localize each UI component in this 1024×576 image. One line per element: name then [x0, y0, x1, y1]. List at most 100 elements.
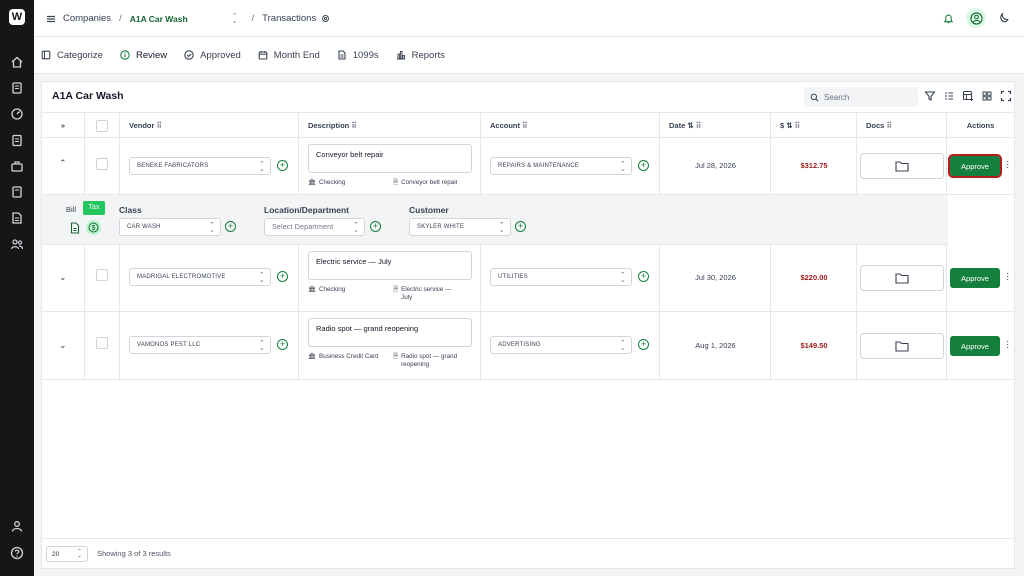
- fullscreen-icon[interactable]: [1000, 90, 1012, 102]
- department-select[interactable]: Select Department ⌃ ⌄: [264, 218, 365, 236]
- sort-icon: ⇅: [786, 120, 793, 130]
- column-header-account[interactable]: Account ⠿: [481, 113, 660, 137]
- grid-view-icon[interactable]: [981, 90, 993, 102]
- customer-select[interactable]: SKYLER WHITE ⌃ ⌄: [409, 218, 511, 236]
- bank-icon: 🏛: [308, 179, 316, 186]
- briefcase-icon[interactable]: [10, 159, 24, 173]
- company-selector-chevron-icon[interactable]: ⌃ ⌄: [232, 13, 238, 25]
- column-header-date[interactable]: Date ⇅ ⠿: [660, 113, 771, 137]
- svg-text:$: $: [92, 225, 96, 232]
- row-checkbox[interactable]: [96, 337, 108, 349]
- add-customer-icon[interactable]: +: [515, 221, 526, 232]
- menu-icon[interactable]: [46, 14, 56, 24]
- add-column-icon[interactable]: [962, 90, 974, 102]
- list-view-icon[interactable]: [943, 90, 955, 102]
- select-chevron-icon: ⌃ ⌄: [208, 222, 215, 234]
- breadcrumb-transactions[interactable]: Transactions: [262, 13, 316, 24]
- add-class-icon[interactable]: +: [225, 221, 236, 232]
- add-account-icon[interactable]: +: [638, 271, 649, 282]
- page-size-select[interactable]: 20 ⌃ ⌄: [46, 546, 88, 562]
- app-logo[interactable]: W: [9, 9, 25, 25]
- column-header-description[interactable]: Description ⠿: [299, 113, 481, 137]
- tab-approved[interactable]: Approved: [184, 37, 241, 74]
- transaction-amount: $149.50: [800, 341, 828, 350]
- settings-gear-icon[interactable]: [321, 14, 330, 23]
- header-label: Account: [490, 120, 520, 130]
- select-chevron-icon: ⌃ ⌄: [619, 340, 626, 352]
- description-textarea[interactable]: Electric service — July: [308, 251, 472, 280]
- tab-bar: Categorize Review Approved Month End 109…: [34, 37, 1024, 74]
- add-vendor-icon[interactable]: +: [277, 160, 288, 171]
- vendor-select[interactable]: MADRIGAL ELECTROMOTIVE ⌃ ⌄: [129, 268, 271, 286]
- company-selector[interactable]: A1A Car Wash: [130, 14, 188, 24]
- vendor-select[interactable]: BENEKE FABRICATORS ⌃ ⌄: [129, 157, 271, 175]
- book-icon[interactable]: [10, 185, 24, 199]
- topbar-actions: [938, 8, 1014, 28]
- person-icon[interactable]: [10, 519, 24, 533]
- tab-1099s[interactable]: 1099s: [337, 37, 379, 74]
- approve-button[interactable]: Approve: [950, 268, 1000, 288]
- tab-review[interactable]: Review: [120, 37, 167, 74]
- home-icon[interactable]: [10, 55, 24, 69]
- docs-upload-button[interactable]: [860, 333, 944, 359]
- select-all-checkbox[interactable]: [96, 120, 108, 132]
- add-account-icon[interactable]: +: [638, 339, 649, 350]
- categorize-icon: [41, 50, 51, 60]
- notification-bell-icon[interactable]: [938, 8, 958, 28]
- row-checkbox[interactable]: [96, 158, 108, 170]
- search-icon: [810, 93, 819, 102]
- row-more-options-icon[interactable]: · · ·: [1006, 157, 1010, 173]
- help-icon[interactable]: [10, 546, 24, 560]
- approve-button[interactable]: Approve: [950, 336, 1000, 356]
- column-header-amount[interactable]: $ ⇅ ⠿: [771, 113, 857, 137]
- column-header-vendor[interactable]: Vendor ⠿: [120, 113, 299, 137]
- column-header-docs[interactable]: Docs ⠿: [857, 113, 947, 137]
- people-icon[interactable]: [10, 237, 24, 251]
- account-select[interactable]: UTILITIES ⌃ ⌄: [490, 268, 632, 286]
- add-vendor-icon[interactable]: +: [277, 339, 288, 350]
- tax-dollar-icon[interactable]: $: [86, 220, 101, 235]
- tab-categorize[interactable]: Categorize: [41, 37, 103, 74]
- breadcrumb-companies[interactable]: Companies: [63, 13, 111, 24]
- receipt-icon[interactable]: [10, 81, 24, 95]
- document-icon[interactable]: [10, 211, 24, 225]
- bill-document-icon[interactable]: [70, 222, 80, 234]
- chevron-down-icon[interactable]: ⌄: [59, 340, 67, 351]
- row-expander-cell: ⌃: [42, 138, 85, 194]
- chevron-up-icon[interactable]: ⌃: [59, 158, 67, 169]
- vendor-select[interactable]: VAMONOS PEST LLC ⌃ ⌄: [129, 336, 271, 354]
- description-textarea[interactable]: Conveyor belt repair: [308, 144, 472, 173]
- add-vendor-icon[interactable]: +: [277, 271, 288, 282]
- row-checkbox[interactable]: [96, 269, 108, 281]
- account-select[interactable]: ADVERTISING ⌃ ⌄: [490, 336, 632, 354]
- row-more-options-icon[interactable]: · · ·: [1006, 337, 1010, 353]
- description-textarea[interactable]: Radio spot — grand reopening: [308, 318, 472, 347]
- column-menu-icon: ⠿: [156, 120, 163, 130]
- calendar-icon: [258, 50, 268, 60]
- expand-all-icon[interactable]: »: [42, 113, 85, 137]
- account-value: ADVERTISING: [498, 342, 541, 348]
- select-chevron-icon: ⌃ ⌄: [619, 272, 626, 284]
- approve-button[interactable]: Approve: [948, 154, 1002, 178]
- page-size-value: 20: [52, 550, 60, 558]
- add-department-icon[interactable]: +: [370, 221, 381, 232]
- clipboard-icon[interactable]: [10, 133, 24, 147]
- add-account-icon[interactable]: +: [638, 160, 649, 171]
- folder-icon: [895, 160, 909, 172]
- dark-mode-moon-icon[interactable]: [994, 8, 1014, 28]
- row-more-options-icon[interactable]: · · ·: [1006, 269, 1010, 285]
- speedometer-icon[interactable]: [10, 107, 24, 121]
- docs-upload-button[interactable]: [860, 153, 944, 179]
- filter-icon[interactable]: [924, 90, 936, 102]
- account-value: UTILITIES: [498, 274, 528, 280]
- user-avatar-icon[interactable]: [966, 8, 986, 28]
- class-value: CAR WASH: [127, 224, 161, 230]
- search-input[interactable]: Search: [804, 87, 918, 107]
- class-select[interactable]: CAR WASH ⌃ ⌄: [119, 218, 221, 236]
- tab-reports[interactable]: Reports: [396, 37, 445, 74]
- chevron-down-icon[interactable]: ⌄: [59, 272, 67, 283]
- tab-month-end[interactable]: Month End: [258, 37, 320, 74]
- memo-label: Electric service — July: [401, 286, 452, 301]
- account-select[interactable]: REPAIRS & MAINTENANCE ⌃ ⌄: [490, 157, 632, 175]
- docs-upload-button[interactable]: [860, 265, 944, 291]
